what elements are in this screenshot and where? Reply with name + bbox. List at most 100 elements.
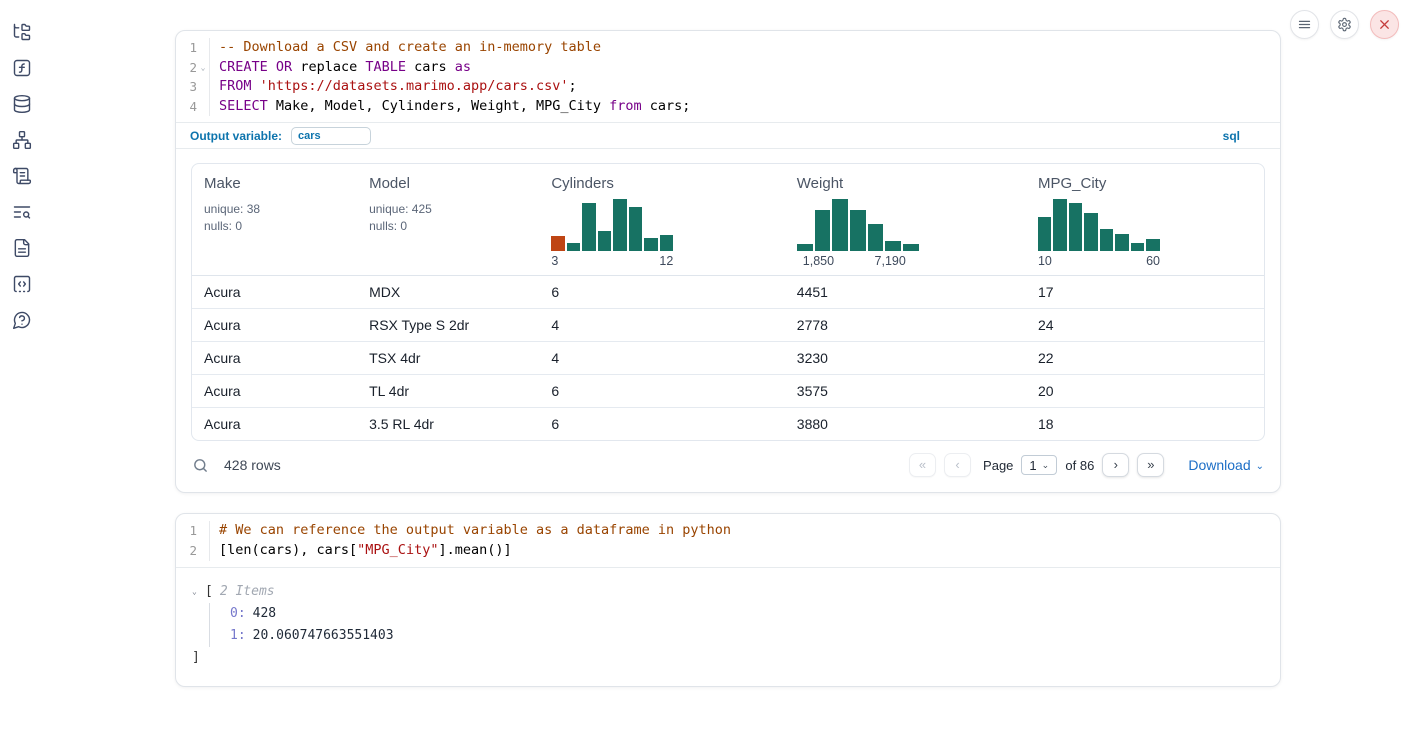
table-search-button[interactable] bbox=[192, 457, 209, 474]
table-cell: RSX Type S 2dr bbox=[357, 309, 539, 342]
histogram-bar[interactable] bbox=[868, 224, 884, 252]
column-label: Weight bbox=[797, 175, 1026, 192]
scratchpad-button[interactable] bbox=[12, 166, 32, 186]
output-variable-label: Output variable: bbox=[190, 129, 282, 143]
tree-entry: 0:428 bbox=[230, 603, 1264, 625]
tree-entry: 1:20.060747663551403 bbox=[230, 625, 1264, 647]
collapse-chevron-icon[interactable]: ⌄ bbox=[192, 581, 205, 603]
histogram-bar[interactable] bbox=[1100, 229, 1114, 252]
histogram-bar[interactable] bbox=[660, 235, 674, 251]
histogram-bar[interactable] bbox=[1038, 217, 1052, 251]
table-row[interactable]: Acura3.5 RL 4dr6388018 bbox=[192, 408, 1264, 441]
helper-functions-button[interactable] bbox=[12, 58, 32, 78]
output-variable-input[interactable] bbox=[291, 127, 371, 145]
sql-code-editor[interactable]: 1-- Download a CSV and create an in-memo… bbox=[176, 31, 1280, 122]
fold-toggle-icon[interactable]: ⌄ bbox=[197, 58, 209, 78]
table-cell: 3.5 RL 4dr bbox=[357, 408, 539, 441]
settings-gear-icon bbox=[1337, 17, 1352, 32]
row-count: 428 rows bbox=[224, 457, 281, 473]
histogram-bar[interactable] bbox=[598, 231, 612, 252]
code-line[interactable]: FROM 'https://datasets.marimo.app/cars.c… bbox=[210, 77, 577, 97]
function-square-icon bbox=[12, 58, 32, 78]
table-cell: 18 bbox=[1026, 408, 1264, 441]
column-header-model[interactable]: Model unique: 425 nulls: 0 bbox=[357, 164, 539, 276]
table-row[interactable]: AcuraRSX Type S 2dr4277824 bbox=[192, 309, 1264, 342]
download-button[interactable]: Download ⌄ bbox=[1188, 457, 1264, 473]
last-page-button[interactable]: » bbox=[1137, 453, 1164, 477]
table-row[interactable]: AcuraTSX 4dr4323022 bbox=[192, 342, 1264, 375]
shutdown-close-icon bbox=[1377, 17, 1392, 32]
histogram-bar[interactable] bbox=[797, 244, 813, 252]
snippets-button[interactable] bbox=[12, 274, 32, 294]
histogram-bar[interactable] bbox=[815, 210, 831, 251]
table-row[interactable]: AcuraTL 4dr6357520 bbox=[192, 375, 1264, 408]
top-right-controls bbox=[1290, 10, 1399, 39]
chevron-down-icon: ⌄ bbox=[1256, 461, 1264, 472]
histogram-bar[interactable] bbox=[551, 236, 565, 251]
code-line[interactable]: -- Download a CSV and create an in-memor… bbox=[210, 38, 601, 58]
documentation-button[interactable] bbox=[12, 238, 32, 258]
table-cell: 3230 bbox=[785, 342, 1026, 375]
histogram-bar[interactable] bbox=[1115, 234, 1129, 251]
table-cell: Acura bbox=[192, 276, 357, 309]
table-cell: 4451 bbox=[785, 276, 1026, 309]
histogram-bar[interactable] bbox=[832, 199, 848, 251]
histogram-bar[interactable] bbox=[1053, 199, 1067, 251]
histogram-bar[interactable] bbox=[850, 210, 866, 251]
table-cell: 22 bbox=[1026, 342, 1264, 375]
table-row[interactable]: AcuraMDX6445117 bbox=[192, 276, 1264, 309]
histogram-bar[interactable] bbox=[1131, 243, 1145, 251]
notebook-menu-button[interactable] bbox=[1290, 10, 1319, 39]
table-cell: 4 bbox=[539, 342, 784, 375]
next-page-button[interactable]: › bbox=[1102, 453, 1129, 477]
language-badge: sql bbox=[1223, 129, 1240, 143]
python-code-editor[interactable]: 1# We can reference the output variable … bbox=[176, 514, 1280, 566]
table-cell: 17 bbox=[1026, 276, 1264, 309]
code-line[interactable]: SELECT Make, Model, Cylinders, Weight, M… bbox=[210, 97, 690, 117]
histogram-bar[interactable] bbox=[1146, 239, 1160, 251]
table-cell: 2778 bbox=[785, 309, 1026, 342]
page-select[interactable]: 1 ⌄ bbox=[1021, 455, 1057, 475]
mpg-city-histogram: 1060 bbox=[1038, 199, 1160, 267]
histogram-bar[interactable] bbox=[1069, 203, 1083, 252]
code-line[interactable]: [len(cars), cars["MPG_City"].mean()] bbox=[210, 541, 512, 561]
histogram-bar[interactable] bbox=[644, 238, 658, 252]
open-bracket: [ bbox=[205, 581, 213, 603]
column-header-weight[interactable]: Weight 1,8507,190 bbox=[785, 164, 1026, 276]
file-explorer-button[interactable] bbox=[12, 22, 32, 42]
column-header-make[interactable]: Make unique: 38 nulls: 0 bbox=[192, 164, 357, 276]
previous-page-button[interactable]: ‹ bbox=[944, 453, 971, 477]
table-header-row: Make unique: 38 nulls: 0 Model unique: 4… bbox=[192, 164, 1264, 276]
histogram-bar[interactable] bbox=[903, 244, 919, 252]
python-output-tree: ⌄ [ 2 Items 0:428 1:20.060747663551403 ] bbox=[176, 568, 1280, 686]
shutdown-button[interactable] bbox=[1370, 10, 1399, 39]
histogram-bar[interactable] bbox=[613, 199, 627, 251]
table-cell: Acura bbox=[192, 342, 357, 375]
histogram-bar[interactable] bbox=[629, 207, 643, 251]
notebook-area: 1-- Download a CSV and create an in-memo… bbox=[175, 30, 1281, 687]
code-line[interactable]: CREATE OR replace TABLE cars as bbox=[210, 58, 471, 78]
first-page-button[interactable]: « bbox=[909, 453, 936, 477]
column-label: Cylinders bbox=[551, 175, 784, 192]
histogram-bar[interactable] bbox=[582, 203, 596, 251]
items-count-label: 2 Items bbox=[220, 581, 275, 603]
page-label: Page bbox=[983, 458, 1013, 473]
help-question-icon bbox=[12, 310, 32, 330]
sql-result-table: Make unique: 38 nulls: 0 Model unique: 4… bbox=[191, 163, 1265, 441]
help-button[interactable] bbox=[12, 310, 32, 330]
histogram-bar[interactable] bbox=[885, 241, 901, 251]
snippets-code-icon bbox=[12, 274, 32, 294]
logs-button[interactable] bbox=[12, 202, 32, 222]
column-header-cylinders[interactable]: Cylinders 312 bbox=[539, 164, 784, 276]
histogram-bar[interactable] bbox=[1084, 213, 1098, 251]
settings-button[interactable] bbox=[1330, 10, 1359, 39]
column-header-mpg-city[interactable]: MPG_City 1060 bbox=[1026, 164, 1264, 276]
table-cell: Acura bbox=[192, 309, 357, 342]
code-line[interactable]: # We can reference the output variable a… bbox=[210, 521, 731, 541]
dependency-graph-button[interactable] bbox=[12, 130, 32, 150]
table-cell: 3880 bbox=[785, 408, 1026, 441]
logs-search-icon bbox=[12, 202, 32, 222]
histogram-bar[interactable] bbox=[567, 243, 581, 251]
line-number: 2 bbox=[176, 541, 210, 561]
datasources-button[interactable] bbox=[12, 94, 32, 114]
